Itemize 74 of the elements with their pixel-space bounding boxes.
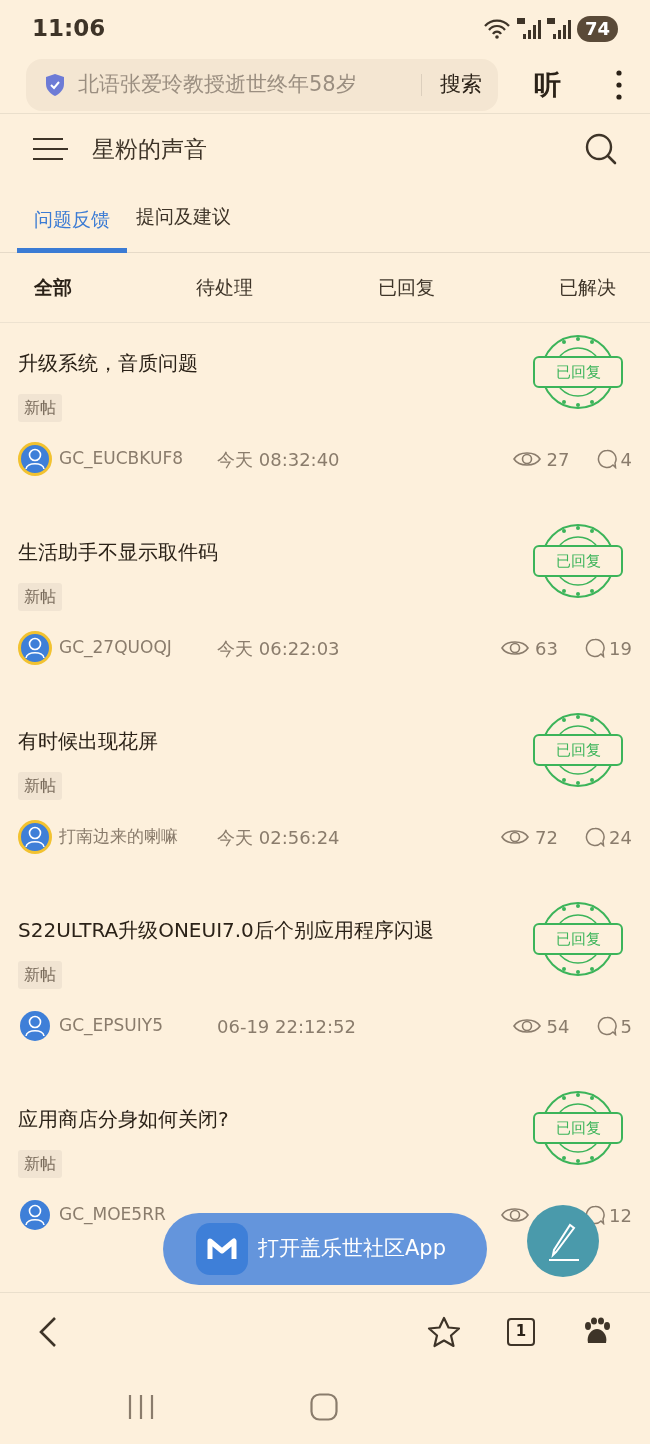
comment-count: 19 xyxy=(609,636,632,661)
signal-icon xyxy=(516,17,541,40)
comment-icon xyxy=(585,827,606,847)
app-logo-icon xyxy=(196,1223,248,1275)
search-button[interactable]: 搜索 xyxy=(440,69,482,101)
comment-count: 5 xyxy=(620,1014,632,1039)
pencil-icon[interactable] xyxy=(527,1205,599,1277)
comment-icon xyxy=(596,449,617,469)
star-icon[interactable] xyxy=(427,1315,461,1348)
avatar-icon[interactable] xyxy=(20,1011,50,1041)
filter-tab[interactable]: 已回复 xyxy=(377,273,435,302)
filter-tab[interactable]: 已解决 xyxy=(559,273,616,302)
wifi-icon xyxy=(482,17,511,40)
avatar-icon[interactable] xyxy=(18,631,52,665)
new-post-tag: 新帖 xyxy=(18,1150,62,1178)
search-query: 北语张爱玲教授逝世终年58岁 xyxy=(78,71,358,99)
signal-icon xyxy=(546,17,571,40)
post-time: 今天 02:56:24 xyxy=(217,825,340,850)
post-title[interactable]: 有时候出现花屏 xyxy=(18,725,158,757)
tab-count[interactable]: 1 xyxy=(507,1317,535,1346)
post-time: 06-19 22:12:52 xyxy=(217,1014,356,1039)
eye-icon xyxy=(501,828,530,846)
author-name[interactable]: GC_EUCBKUF8 xyxy=(59,446,183,472)
author-name[interactable]: 打南边来的喇嘛 xyxy=(59,824,178,850)
back-icon[interactable] xyxy=(38,1315,58,1348)
search-field[interactable]: 北语张爱玲教授逝世终年58岁 搜索 xyxy=(26,59,498,111)
replied-stamp: 已回复 xyxy=(533,523,623,599)
replied-stamp: 已回复 xyxy=(533,334,623,410)
replied-stamp: 已回复 xyxy=(533,712,623,788)
shield-icon xyxy=(44,73,66,97)
battery-level: 74 xyxy=(576,15,618,42)
avatar-icon[interactable] xyxy=(18,820,52,854)
comment-count: 24 xyxy=(609,825,632,850)
comment-icon xyxy=(585,638,606,658)
post-time: 今天 06:22:03 xyxy=(217,636,340,661)
listen-button[interactable]: 听 xyxy=(534,64,561,106)
comment-count: 12 xyxy=(609,1203,632,1228)
menu-icon[interactable] xyxy=(33,138,68,160)
tab[interactable]: 提问及建议 xyxy=(127,184,240,253)
filter-tab[interactable]: 全部 xyxy=(34,273,72,302)
filter-tab[interactable]: 待处理 xyxy=(196,273,254,302)
view-count: 27 xyxy=(546,447,571,472)
author-name[interactable]: GC_MOE5RR xyxy=(59,1202,166,1228)
page-title: 星粉的声音 xyxy=(92,134,207,164)
new-post-tag: 新帖 xyxy=(18,772,62,800)
view-count: 72 xyxy=(535,825,559,850)
comment-count: 4 xyxy=(620,447,632,472)
replied-stamp: 已回复 xyxy=(533,901,623,977)
author-name[interactable]: GC_27QUOQJ xyxy=(59,635,172,661)
home-icon[interactable] xyxy=(310,1393,338,1421)
post-title[interactable]: 生活助手不显示取件码 xyxy=(18,536,218,568)
recents-icon[interactable] xyxy=(128,1394,154,1420)
eye-icon xyxy=(501,639,530,657)
eye-icon xyxy=(512,450,541,468)
eye-icon xyxy=(512,1017,541,1035)
avatar-icon[interactable] xyxy=(20,1200,50,1230)
eye-icon xyxy=(501,1206,530,1224)
avatar-icon[interactable] xyxy=(18,442,52,476)
post-title[interactable]: 升级系统，音质问题 xyxy=(18,347,198,379)
post-title[interactable]: 应用商店分身如何关闭? xyxy=(18,1103,229,1135)
view-count: 54 xyxy=(546,1014,571,1039)
new-post-tag: 新帖 xyxy=(18,961,62,989)
new-post-tag: 新帖 xyxy=(18,583,62,611)
more-icon[interactable] xyxy=(616,70,622,100)
replied-stamp: 已回复 xyxy=(533,1090,623,1166)
post-title[interactable]: S22ULTRA升级ONEUI7.0后个别应用程序闪退 xyxy=(18,914,434,946)
search-icon[interactable] xyxy=(585,133,617,165)
post-time: 今天 08:32:40 xyxy=(217,447,340,472)
view-count: 63 xyxy=(535,636,559,661)
author-name[interactable]: GC_EPSUIY5 xyxy=(59,1013,163,1039)
clock: 11:06 xyxy=(32,14,106,44)
comment-icon xyxy=(596,1016,617,1036)
tab[interactable]: 问题反馈 xyxy=(17,184,127,253)
new-post-tag: 新帖 xyxy=(18,394,62,422)
